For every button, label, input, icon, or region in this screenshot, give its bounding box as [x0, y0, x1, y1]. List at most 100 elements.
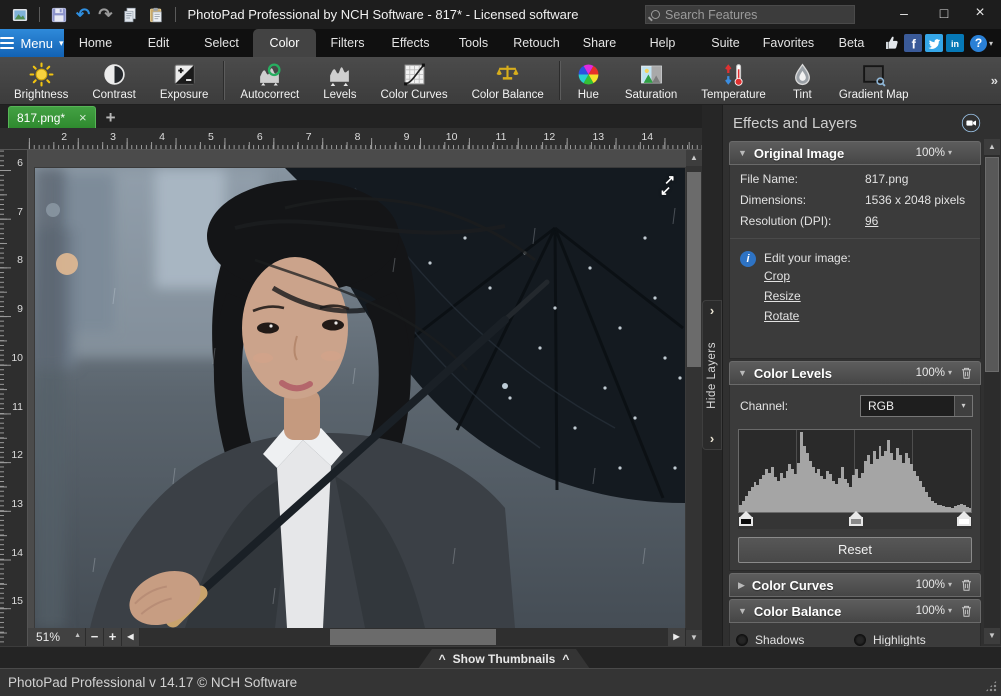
black-point-slider[interactable]: [738, 511, 754, 526]
autocorrect-button[interactable]: Autocorrect: [228, 57, 311, 104]
thumbs-up-icon[interactable]: [883, 34, 901, 52]
menu-tab-select[interactable]: Select: [190, 29, 253, 57]
temperature-button[interactable]: Temperature: [689, 57, 778, 104]
menu-tab-filters[interactable]: Filters: [316, 29, 379, 57]
camera-icon[interactable]: [961, 113, 981, 133]
resize-link[interactable]: Resize: [764, 289, 851, 303]
menu-tab-share[interactable]: Share: [568, 29, 631, 57]
scroll-down-button[interactable]: ▼: [686, 630, 702, 646]
expand-icon[interactable]: ↗↙: [664, 174, 675, 196]
save-icon[interactable]: [50, 6, 68, 24]
scroll-right-button[interactable]: ▶: [668, 628, 686, 646]
toolbar-overflow-button[interactable]: »: [991, 73, 998, 88]
section-header-color-levels[interactable]: ▼ Color Levels 100% ▾: [729, 361, 981, 385]
section-header-original-image[interactable]: ▼ Original Image 100% ▾: [729, 141, 981, 165]
delete-effect-icon[interactable]: [960, 578, 973, 592]
channel-dropdown[interactable]: RGB ▾: [860, 395, 973, 417]
delete-effect-icon[interactable]: [960, 366, 973, 380]
horizontal-scroll-thumb[interactable]: [330, 629, 496, 645]
tint-button[interactable]: Tint: [778, 57, 827, 104]
vertical-scroll-thumb[interactable]: [687, 172, 701, 367]
menu-tab-beta[interactable]: Beta: [820, 29, 883, 57]
levels-slider-track[interactable]: [738, 513, 972, 529]
new-tab-button[interactable]: +: [106, 107, 116, 128]
minimize-button[interactable]: –: [887, 0, 921, 28]
zoom-in-button[interactable]: +: [104, 628, 122, 646]
copy-icon[interactable]: [121, 6, 139, 24]
levels-histogram: [738, 429, 972, 513]
undo-icon[interactable]: ↶: [76, 6, 90, 24]
paste-icon[interactable]: [147, 6, 165, 24]
collapse-icon[interactable]: ▼: [738, 368, 747, 378]
search-input[interactable]: Search Features: [645, 5, 855, 24]
opacity-dropdown[interactable]: 100% ▾: [916, 367, 952, 379]
help-button[interactable]: ? ▾: [970, 29, 993, 57]
menu-tab-color[interactable]: Color: [253, 29, 316, 57]
opacity-dropdown[interactable]: 100% ▾: [916, 147, 952, 159]
canvas-vertical-scrollbar[interactable]: ▲ ▼: [686, 150, 702, 646]
collapse-panel-arrow-top[interactable]: ›: [710, 305, 714, 317]
maximize-button[interactable]: □: [927, 0, 961, 28]
menu-tab-retouch[interactable]: Retouch: [505, 29, 568, 57]
menu-button[interactable]: Menu ▾: [0, 29, 64, 57]
resize-grip[interactable]: [985, 680, 997, 692]
scroll-up-button[interactable]: ▲: [686, 150, 702, 166]
color-curves-button[interactable]: Color Curves: [368, 57, 459, 104]
white-point-slider[interactable]: [956, 511, 972, 526]
close-button[interactable]: ×: [963, 0, 997, 28]
document-tab-817-png-[interactable]: 817.png*×: [8, 106, 96, 128]
section-header-color-curves[interactable]: ▶ Color Curves 100% ▾: [729, 573, 981, 597]
collapse-icon[interactable]: ▼: [738, 606, 747, 616]
exposure-button[interactable]: Exposure: [148, 57, 221, 104]
show-thumbnails-button[interactable]: ^ Show Thumbnails ^: [418, 649, 590, 669]
opacity-dropdown[interactable]: 100% ▾: [916, 579, 952, 591]
saturation-button[interactable]: Saturation: [613, 57, 689, 104]
section-header-color-balance[interactable]: ▼ Color Balance 100% ▾: [729, 599, 981, 623]
brightness-button[interactable]: Brightness: [2, 57, 80, 104]
field-value[interactable]: 96: [865, 214, 878, 228]
collapse-panel-arrow-bottom[interactable]: ›: [710, 433, 714, 445]
reset-button[interactable]: Reset: [738, 537, 972, 563]
menu-tab-tools[interactable]: Tools: [442, 29, 505, 57]
menu-tab-effects[interactable]: Effects: [379, 29, 442, 57]
tool-label: Levels: [323, 89, 356, 101]
menu-tab-favorites[interactable]: Favorites: [757, 29, 820, 57]
zoom-out-button[interactable]: −: [86, 628, 104, 646]
facebook-icon[interactable]: [904, 34, 922, 52]
radio-highlights[interactable]: Highlights: [854, 633, 972, 647]
delete-effect-icon[interactable]: [960, 604, 973, 618]
menu-tab-help[interactable]: Help: [631, 29, 694, 57]
twitter-icon[interactable]: [925, 34, 943, 52]
collapse-icon[interactable]: ▶: [738, 580, 745, 591]
menu-bar: Menu ▾ HomeEditSelectColorFiltersEffects…: [0, 29, 1001, 57]
panel-scrollbar[interactable]: ▲ ▼: [984, 139, 1000, 644]
photo-817[interactable]: ↗↙: [35, 168, 685, 628]
panel-scroll-thumb[interactable]: [985, 157, 999, 372]
hide-layers-tab[interactable]: › Hide Layers ›: [702, 300, 722, 450]
midtone-slider[interactable]: [848, 511, 864, 526]
brightness-icon: [29, 62, 54, 87]
levels-button[interactable]: Levels: [311, 57, 368, 104]
close-tab-icon[interactable]: ×: [79, 111, 87, 124]
panel-scroll-down-button[interactable]: ▼: [984, 628, 1000, 644]
canvas[interactable]: ↗↙: [28, 150, 686, 628]
crop-link[interactable]: Crop: [764, 269, 851, 283]
redo-icon[interactable]: ↷: [98, 6, 112, 24]
hue-button[interactable]: Hue: [564, 57, 613, 104]
color-balance-button[interactable]: Color Balance: [460, 57, 556, 104]
rotate-link[interactable]: Rotate: [764, 309, 851, 323]
zoom-spinner-icon[interactable]: ▲: [74, 632, 81, 639]
menu-tab-edit[interactable]: Edit: [127, 29, 190, 57]
gradient-map-button[interactable]: Gradient Map: [827, 57, 921, 104]
radio-shadows[interactable]: Shadows: [736, 633, 854, 647]
menu-tab-suite[interactable]: Suite: [694, 29, 757, 57]
zoom-level-control[interactable]: 51% ▲: [28, 628, 86, 646]
canvas-horizontal-scrollbar[interactable]: [140, 628, 668, 646]
linkedin-icon[interactable]: [946, 34, 964, 52]
menu-tab-home[interactable]: Home: [64, 29, 127, 57]
opacity-dropdown[interactable]: 100% ▾: [916, 605, 952, 617]
panel-scroll-up-button[interactable]: ▲: [984, 139, 1000, 155]
contrast-button[interactable]: Contrast: [80, 57, 147, 104]
scroll-left-button[interactable]: ◀: [122, 628, 140, 646]
collapse-icon[interactable]: ▼: [738, 148, 747, 158]
